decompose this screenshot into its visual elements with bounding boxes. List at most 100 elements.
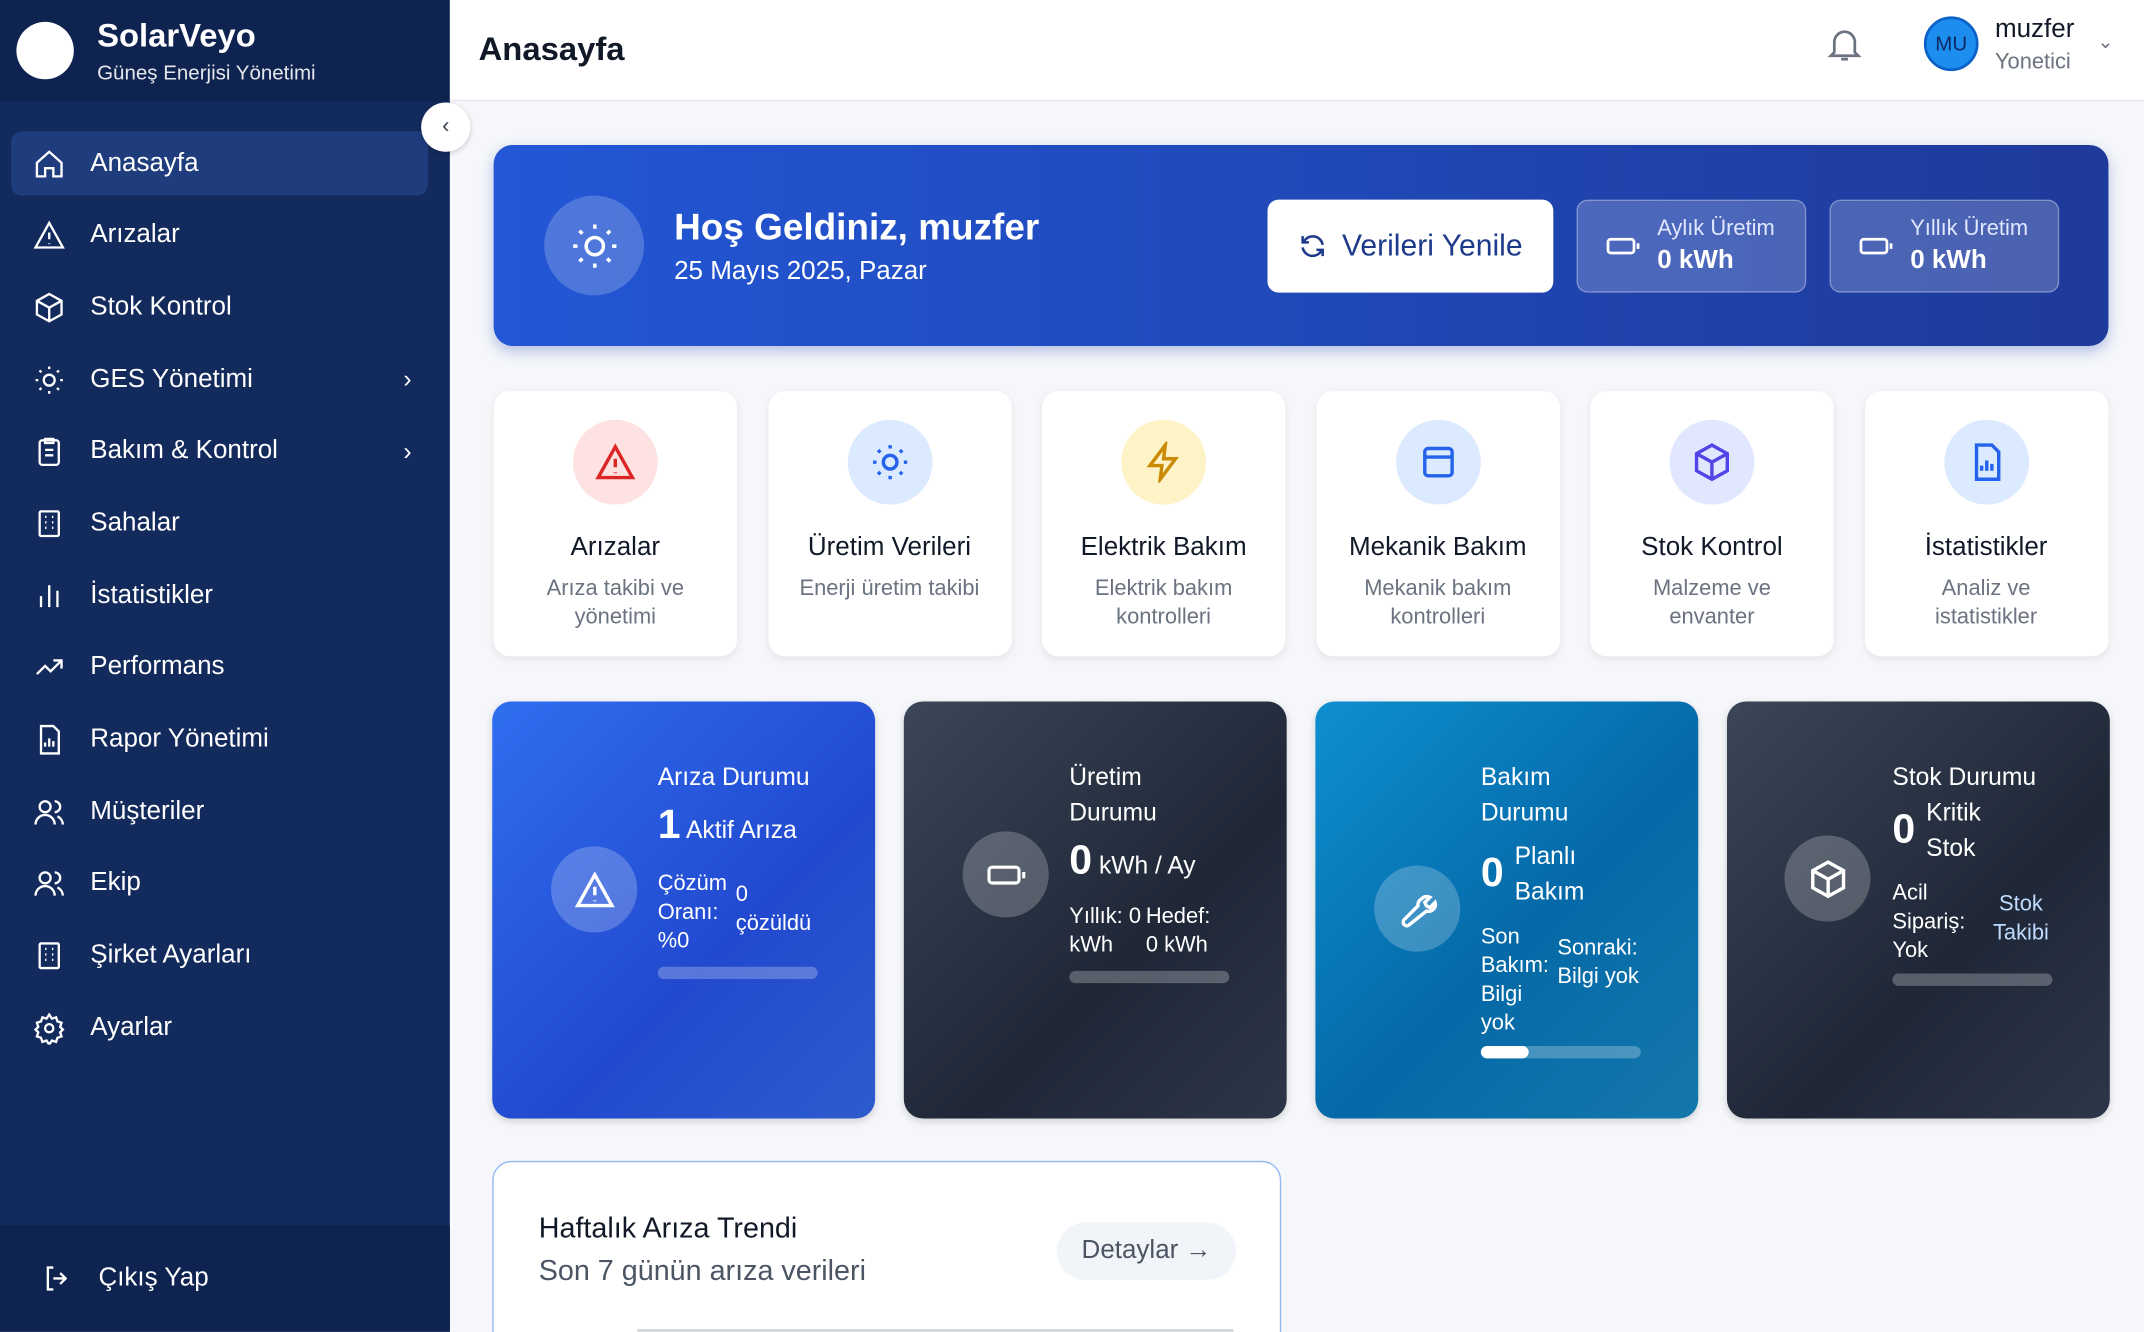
sidebar-item-label: Bakım & Kontrol: [90, 436, 278, 466]
stat-label: Aylık Üretim: [1657, 216, 1775, 240]
resolution-rate: Çözüm Oranı: %0: [657, 872, 728, 954]
next-maintenance: Sonraki: Bilgi yok: [1557, 936, 1639, 989]
sidebar-item-anasayfa[interactable]: Anasayfa: [10, 131, 428, 196]
sidebar-item-label: Performans: [90, 652, 225, 682]
maintenance-progress-bar: [1480, 1046, 1641, 1059]
quick-link-desc: Analiz ve istatistikler: [1935, 577, 2038, 629]
sidebar-item-rapor-y-netimi[interactable]: Rapor Yönetimi: [11, 708, 428, 772]
fault-status-card[interactable]: Arıza Durumu 1 Aktif Arıza Çözüm Oranı: …: [492, 701, 876, 1119]
count-label: Planlı Bakım: [1514, 842, 1585, 906]
battery-icon: [962, 831, 1049, 918]
last-maintenance: Son Bakım: Bilgi yok: [1480, 925, 1549, 1036]
monthly-production-stat: Aylık Üretim 0 kWh: [1576, 199, 1807, 293]
sidebar-item-ges-y-netimi[interactable]: GES Yönetimi ›: [11, 347, 428, 411]
brand-name: SolarVeyo: [97, 17, 256, 55]
quick-link-title: Üretim Verileri: [807, 533, 972, 562]
sidebar-item-ayarlar[interactable]: Ayarlar: [11, 996, 428, 1060]
trend-icon: [36, 659, 63, 676]
bell-icon[interactable]: [1824, 22, 1865, 66]
quick-link-title: Elektrik Bakım: [1080, 533, 1247, 562]
stock-tracking-link[interactable]: Stok Takibi: [1988, 879, 2054, 965]
logout-icon: [46, 1266, 68, 1291]
maintenance-status-card[interactable]: Bakım Durumu 0 Planlı Bakım Son Bakım: Bi…: [1315, 701, 1699, 1119]
sidebar-item-performans[interactable]: Performans: [11, 636, 428, 700]
sidebar-item-label: GES Yönetimi: [90, 364, 253, 394]
sidebar-item-i-statistikler[interactable]: İstatistikler: [11, 564, 428, 628]
clipboard-icon: [38, 438, 60, 467]
bar-chart-icon: [39, 584, 59, 607]
quick-link-title: Stok Kontrol: [1641, 533, 1783, 562]
details-button[interactable]: Detaylar →: [1056, 1222, 1237, 1280]
battery-icon: [1859, 237, 1893, 255]
avatar[interactable]: MU: [1923, 16, 1979, 72]
quick-link-title: İstatistikler: [1924, 533, 2048, 562]
welcome-title: Hoş Geldiniz, muzfer: [674, 206, 1040, 248]
sidebar-item-ekip[interactable]: Ekip: [11, 852, 428, 916]
box-icon: [1784, 835, 1871, 922]
sidebar-item-ar-zalar[interactable]: Arızalar: [11, 203, 428, 267]
refresh-data-button[interactable]: Verileri Yenile: [1267, 199, 1554, 293]
warning-icon: [551, 846, 638, 933]
chevron-down-icon[interactable]: ⌄: [2098, 30, 2114, 53]
trend-title: Haftalık Arıza Trendi: [538, 1212, 798, 1245]
wrench-icon: [1374, 865, 1461, 952]
collapse-sidebar-button[interactable]: ‹: [421, 102, 471, 152]
quick-link-title: Arızalar: [570, 533, 661, 562]
report-icon: [1943, 419, 2029, 505]
resolved-count: 0 çözüldü: [735, 883, 812, 936]
urgent-order: Acil Sipariş: Yok: [1892, 881, 1966, 963]
sidebar-item-label: Arızalar: [90, 220, 180, 250]
sidebar-item-label: İstatistikler: [90, 580, 213, 610]
quick-link-card[interactable]: Elektrik Bakım Elektrik bakım kontrolleri: [1041, 391, 1286, 657]
sidebar-item-stok-kontrol[interactable]: Stok Kontrol: [11, 275, 428, 339]
fault-progress-bar: [657, 966, 818, 980]
refresh-icon: [1301, 235, 1325, 258]
quick-link-card[interactable]: Üretim Verileri Enerji üretim takibi: [767, 391, 1012, 657]
brand: SolarVeyo Güneş Enerjisi Yönetimi: [0, 0, 450, 102]
welcome-banner: Hoş Geldiniz, muzfer 25 Mayıs 2025, Paza…: [493, 144, 2109, 346]
user-name[interactable]: muzfer: [1995, 15, 2074, 45]
sidebar-item-label: Anasayfa: [90, 148, 199, 178]
logo: [16, 21, 74, 80]
page-title: Anasayfa: [478, 30, 625, 68]
sidebar-item-sahalar[interactable]: Sahalar: [11, 491, 428, 555]
gear-icon: [33, 1012, 65, 1045]
sidebar-nav: Anasayfa Arızalar Stok Kontrol GES Yönetimi…: [0, 101, 450, 1060]
quick-link-desc: Arıza takibi ve yönetimi: [546, 577, 684, 629]
stock-status-card[interactable]: Stok Durumu 0 Kritik Stok Acil Sipariş: Y…: [1726, 701, 2110, 1119]
stock-progress-bar: [1892, 973, 2053, 986]
quick-link-card[interactable]: Mekanik Bakım Mekanik bakım kontrolleri: [1316, 391, 1560, 657]
sidebar-item-label: Stok Kontrol: [90, 292, 232, 322]
current-date: 25 Mayıs 2025, Pazar: [674, 257, 927, 286]
chart-axis: [637, 1329, 1234, 1332]
sidebar-item-bak-m-kontrol[interactable]: Bakım & Kontrol ›: [11, 419, 428, 483]
quick-link-desc: Malzeme ve envanter: [1652, 577, 1771, 629]
production-status-card[interactable]: Üretim Durumu 0 kWh / Ay Yıllık: 0 kWh He…: [903, 701, 1287, 1119]
quick-link-desc: Mekanik bakım kontrolleri: [1364, 577, 1512, 629]
sidebar-item-label: Ekip: [90, 868, 141, 898]
building-icon: [38, 942, 60, 970]
sidebar-item--irket-ayarlar-[interactable]: Şirket Ayarları: [11, 924, 428, 988]
quick-link-card[interactable]: İstatistikler Analiz ve istatistikler: [1864, 391, 2108, 657]
chevron-left-icon: ‹: [442, 114, 450, 139]
quick-link-card[interactable]: Stok Kontrol Malzeme ve envanter: [1590, 391, 1834, 657]
user-role: Yonetici: [1994, 50, 2071, 74]
sidebar-item-m-teriler[interactable]: Müşteriler: [11, 780, 428, 844]
card-title: Stok Durumu: [1892, 762, 2037, 791]
logout-button[interactable]: Çıkış Yap: [0, 1225, 450, 1332]
box-icon: [35, 292, 63, 323]
fault-count: 1: [657, 802, 681, 848]
logout-label: Çıkış Yap: [98, 1263, 209, 1293]
lightning-icon: [1121, 419, 1207, 505]
production-progress-bar: [1069, 970, 1230, 984]
maintenance-count: 0: [1480, 850, 1504, 896]
quick-link-card[interactable]: Arızalar Arıza takibi ve yönetimi: [493, 391, 738, 657]
chevron-right-icon: ›: [403, 365, 412, 393]
team-icon: [34, 871, 65, 897]
home-icon: [35, 149, 63, 177]
yearly-production: Yıllık: 0 kWh: [1069, 905, 1142, 958]
battery-icon: [1606, 237, 1640, 255]
users-icon: [34, 799, 65, 825]
quick-link-title: Mekanik Bakım: [1348, 533, 1527, 562]
trend-subtitle: Son 7 günün arıza verileri: [538, 1255, 866, 1287]
